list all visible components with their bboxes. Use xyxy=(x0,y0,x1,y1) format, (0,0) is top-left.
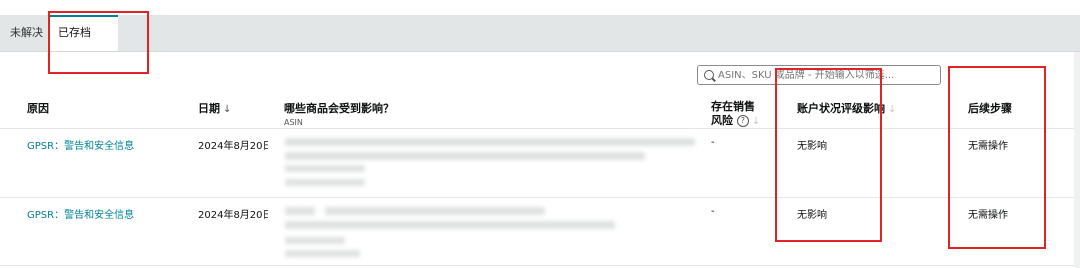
reason-link[interactable]: GPSR：警告和安全信息 xyxy=(27,137,134,152)
column-header-next-steps-label: 后续步骤 xyxy=(968,102,1012,115)
next-steps-cell: 无需操作 xyxy=(968,210,1008,221)
redacted-product-info xyxy=(285,138,695,146)
impact-cell: 无影响 xyxy=(797,210,827,221)
column-header-affected: 哪些商品会受到影响？ ASIN xyxy=(284,100,394,127)
column-header-date[interactable]: 日期 ↓ xyxy=(198,100,231,116)
column-header-reason: 原因 xyxy=(27,100,49,116)
header-divider xyxy=(0,128,1080,129)
column-header-date-label: 日期 xyxy=(198,102,220,115)
sort-arrow-icon[interactable]: ↓ xyxy=(223,104,231,115)
tab-unresolved[interactable]: 未解决 xyxy=(0,15,53,51)
column-header-risk-line2: 风险 xyxy=(711,114,733,127)
sort-arrow-icon[interactable]: ↓ xyxy=(752,116,760,127)
redacted-product-info xyxy=(285,152,645,160)
next-steps-cell: 无需操作 xyxy=(968,141,1008,152)
tab-unresolved-label: 未解决 xyxy=(10,26,43,39)
row-divider xyxy=(0,265,1080,266)
impact-cell: 无影响 xyxy=(797,141,827,152)
tab-archived[interactable]: 已存档? xyxy=(48,15,118,72)
column-header-risk[interactable]: 存在销售 风险 ? ↓ xyxy=(711,100,760,129)
risk-cell: - xyxy=(711,206,715,217)
redacted-product-info xyxy=(285,237,345,244)
column-header-reason-label: 原因 xyxy=(27,102,49,115)
date-cell: 2024年8月20日 xyxy=(198,210,268,221)
column-header-next-steps: 后续步骤 xyxy=(968,100,1012,116)
search-box[interactable] xyxy=(697,65,941,85)
search-input[interactable] xyxy=(718,68,933,82)
sort-arrow-icon[interactable]: ↓ xyxy=(888,104,896,115)
column-header-impact-label: 账户状况评级影响 xyxy=(797,102,885,115)
question-circle-icon[interactable]: ? xyxy=(736,115,749,127)
redacted-product-info xyxy=(285,250,360,257)
reason-link[interactable]: GPSR：警告和安全信息 xyxy=(27,206,134,221)
row-divider xyxy=(0,197,1080,198)
redacted-product-info xyxy=(325,207,545,215)
search-icon xyxy=(704,70,714,80)
column-header-affected-label: 哪些商品会受到影响？ xyxy=(284,102,394,115)
risk-cell: - xyxy=(711,137,715,148)
redacted-product-info xyxy=(285,165,365,172)
tab-bar: 未解决 已存档? xyxy=(0,15,1080,72)
column-header-impact[interactable]: 账户状况评级影响 ↓ xyxy=(797,100,896,116)
redacted-product-info xyxy=(285,221,615,229)
tab-archived-label: 已存档 xyxy=(58,26,91,39)
column-header-asin-sub: ASIN xyxy=(284,118,303,127)
column-header-risk-line1: 存在销售 xyxy=(711,100,755,113)
redacted-product-info xyxy=(285,207,315,215)
date-cell: 2024年8月20日 xyxy=(198,141,268,152)
redacted-product-info xyxy=(285,179,365,186)
scrollbar[interactable] xyxy=(1074,52,1080,268)
